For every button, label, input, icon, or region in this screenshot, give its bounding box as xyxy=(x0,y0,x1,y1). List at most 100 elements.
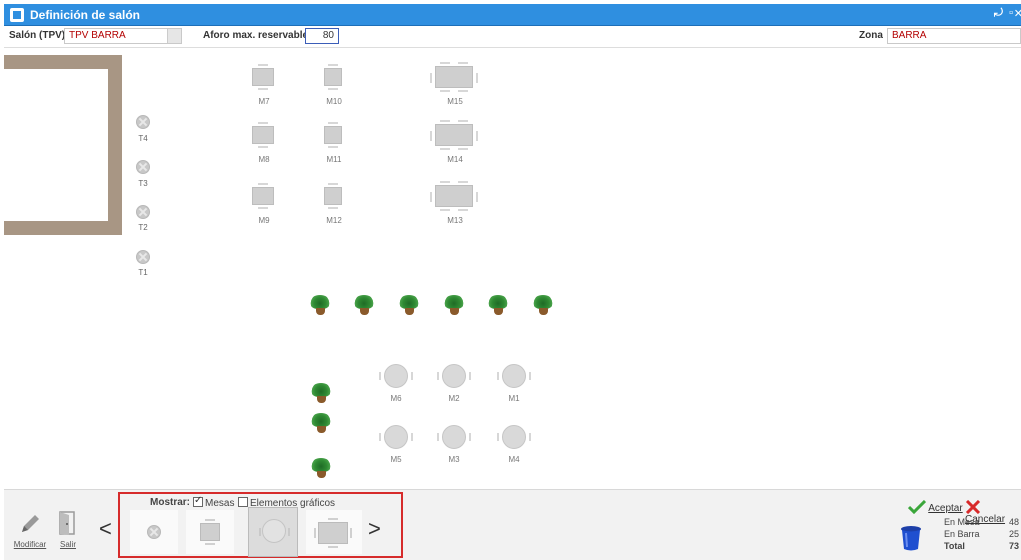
table-m11[interactable]: M11 xyxy=(314,122,354,168)
chair xyxy=(258,146,268,148)
table-m3[interactable]: M3 xyxy=(433,423,475,467)
table-m14[interactable]: M14 xyxy=(430,120,480,168)
salon-select[interactable]: TPV BARRA xyxy=(64,28,182,44)
chair xyxy=(411,372,413,380)
chair xyxy=(440,90,450,92)
table-m10[interactable]: M10 xyxy=(314,64,354,110)
table-top xyxy=(324,126,342,144)
table-m4[interactable]: M4 xyxy=(493,423,535,467)
modificar-label: Modificar xyxy=(13,540,47,549)
aforo-input[interactable]: 80 xyxy=(305,28,339,44)
zona-select[interactable]: BARRA xyxy=(887,28,1021,44)
chair xyxy=(328,122,338,124)
plant-icon[interactable] xyxy=(443,294,465,316)
table-label: M10 xyxy=(326,97,342,106)
table-top xyxy=(435,66,473,88)
plant-icon[interactable] xyxy=(487,294,509,316)
stool-label: T4 xyxy=(138,134,148,143)
stat-value: 48 xyxy=(1008,517,1019,527)
stool-t4[interactable] xyxy=(136,115,150,129)
chevron-down-icon[interactable] xyxy=(167,29,181,43)
table-top xyxy=(252,126,274,144)
palette-round-table[interactable] xyxy=(248,507,298,557)
stool-t1[interactable] xyxy=(136,250,150,264)
table-m15[interactable]: M15 xyxy=(430,62,480,110)
chair xyxy=(440,148,450,150)
plant-icon[interactable] xyxy=(398,294,420,316)
plant-icon[interactable] xyxy=(532,294,554,316)
table-label: M4 xyxy=(508,455,520,464)
plant-icon[interactable] xyxy=(353,294,375,316)
table-label: M6 xyxy=(390,394,402,403)
table-m2[interactable]: M2 xyxy=(433,362,475,406)
stat-row-total: Total 73 xyxy=(944,541,1019,551)
chair xyxy=(476,192,478,202)
zona-label: Zona xyxy=(859,30,883,41)
table-label: M5 xyxy=(390,455,402,464)
table-m5[interactable]: M5 xyxy=(375,423,417,467)
table-m1[interactable]: M1 xyxy=(493,362,535,406)
restore-icon[interactable]: ⤾ xyxy=(994,7,1003,20)
table-top xyxy=(252,68,274,86)
prev-arrow-button[interactable]: < xyxy=(99,516,112,542)
chair xyxy=(258,207,268,209)
table-top xyxy=(324,187,342,205)
salir-button[interactable]: Salir xyxy=(54,510,82,549)
cross-icon xyxy=(965,499,981,515)
checkbox-icon xyxy=(238,497,248,507)
modificar-button[interactable]: Modificar xyxy=(12,512,48,549)
aceptar-button[interactable]: Aceptar xyxy=(907,499,963,515)
stat-label: En Mesa xyxy=(944,517,980,527)
chair xyxy=(476,73,478,83)
close-icon[interactable]: ✕ xyxy=(1014,7,1021,20)
next-arrow-button[interactable]: > xyxy=(368,516,381,542)
chair xyxy=(458,120,468,122)
table-m9[interactable]: M9 xyxy=(244,183,284,229)
minimize-icon[interactable]: ▫ xyxy=(1009,7,1013,19)
round-table-icon xyxy=(262,519,286,543)
trash-bin-icon[interactable] xyxy=(900,525,922,551)
stool-icon xyxy=(147,525,161,539)
app-icon xyxy=(10,8,24,22)
plant-icon[interactable] xyxy=(310,457,332,479)
filter-bar: Salón (TPV) TPV BARRA Aforo max. reserva… xyxy=(4,26,1021,48)
table-top xyxy=(384,425,408,449)
mesas-checkbox[interactable]: Mesas xyxy=(193,495,235,509)
zona-value: BARRA xyxy=(892,30,927,41)
chair xyxy=(440,120,450,122)
table-top xyxy=(252,187,274,205)
chair xyxy=(379,372,381,380)
chair xyxy=(430,192,432,202)
chair xyxy=(497,433,499,441)
checkbox-icon xyxy=(193,495,203,507)
table-label: M15 xyxy=(447,97,463,106)
table-top xyxy=(442,425,466,449)
plant-icon[interactable] xyxy=(310,382,332,404)
stool-t2[interactable] xyxy=(136,205,150,219)
stool-label: T1 xyxy=(138,268,148,277)
palette-square-table[interactable] xyxy=(186,510,234,554)
plant-icon[interactable] xyxy=(309,294,331,316)
mesas-label: Mesas xyxy=(205,498,235,509)
chair xyxy=(458,209,468,211)
table-m7[interactable]: M7 xyxy=(244,64,284,110)
plant-icon[interactable] xyxy=(310,412,332,434)
check-icon xyxy=(907,499,927,515)
chair xyxy=(328,64,338,66)
chair xyxy=(258,183,268,185)
table-m6[interactable]: M6 xyxy=(375,362,417,406)
table-m12[interactable]: M12 xyxy=(314,183,354,229)
stat-label: En Barra xyxy=(944,529,980,539)
palette-rect-table[interactable] xyxy=(306,510,362,554)
window-title: Definición de salón xyxy=(30,8,141,22)
table-m8[interactable]: M8 xyxy=(244,122,284,168)
table-label: M11 xyxy=(326,155,342,164)
table-m13[interactable]: M13 xyxy=(430,181,480,229)
chair xyxy=(258,64,268,66)
palette-stool[interactable] xyxy=(130,510,178,554)
stool-t3[interactable] xyxy=(136,160,150,174)
table-top xyxy=(384,364,408,388)
salon-value: TPV BARRA xyxy=(69,30,126,41)
chair xyxy=(437,372,439,380)
table-label: M14 xyxy=(447,155,463,164)
